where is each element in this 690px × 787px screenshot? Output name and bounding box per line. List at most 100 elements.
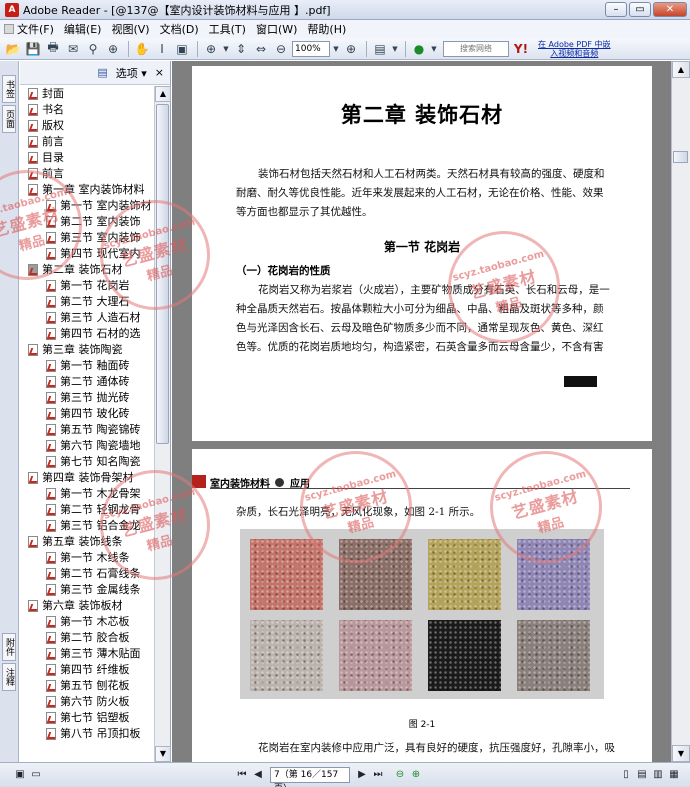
layout-dropdown-icon[interactable]: ▼: [391, 40, 399, 58]
tab-pages[interactable]: 页面: [2, 105, 16, 133]
bookmark-item[interactable]: 第一节 木线条: [46, 550, 130, 566]
bookmark-item[interactable]: 第一节 室内装饰材: [46, 198, 152, 214]
menu-document[interactable]: 文档(D): [160, 21, 199, 37]
scroll-up-icon[interactable]: ▲: [155, 86, 171, 102]
scroll-down-icon[interactable]: ▼: [155, 746, 171, 762]
next-page-button[interactable]: ▶: [354, 767, 370, 783]
collaborate-icon[interactable]: ⊕: [104, 40, 122, 58]
bookmark-item[interactable]: 前言: [28, 166, 64, 182]
save-icon[interactable]: 💾: [24, 40, 42, 58]
zoom-dropdown-icon[interactable]: ▼: [332, 40, 340, 58]
bookmark-scrollbar[interactable]: ▲ ▼: [154, 86, 171, 762]
bookmark-item[interactable]: 第三节 铝合金龙: [46, 518, 141, 534]
bookmark-item[interactable]: 第六节 陶瓷墙地: [46, 438, 141, 454]
page-size-icon[interactable]: ▣: [12, 767, 28, 783]
bookmark-item[interactable]: 目录: [28, 150, 64, 166]
scroll-up-icon[interactable]: ▲: [672, 61, 690, 78]
fit-width-icon[interactable]: ⇔: [252, 40, 270, 58]
continuous-icon[interactable]: ▤: [634, 767, 650, 783]
binoculars-icon[interactable]: ⚲: [84, 40, 102, 58]
bookmark-item[interactable]: 第六节 防火板: [46, 694, 130, 710]
bookmark-item[interactable]: 第四节 玻化砖: [46, 406, 130, 422]
bookmark-item[interactable]: 第四节 现代室内: [46, 246, 141, 262]
close-window-button[interactable]: ✕: [653, 2, 687, 17]
menu-help[interactable]: 帮助(H): [307, 21, 346, 37]
bookmark-options-icon[interactable]: ▤: [97, 66, 107, 79]
bookmark-item[interactable]: 第六章 装饰板材: [28, 598, 123, 614]
page-layout-icon[interactable]: ▤: [371, 40, 389, 58]
tab-comments[interactable]: 注释: [2, 663, 16, 691]
bookmark-item[interactable]: 第二节 轻钢龙骨: [46, 502, 141, 518]
next-view-button[interactable]: ⊕: [408, 767, 424, 783]
zoom-out-icon[interactable]: ⊖: [272, 40, 290, 58]
bookmark-item[interactable]: 第五章 装饰线条: [28, 534, 123, 550]
document-scrollbar[interactable]: ▲ ▼: [671, 61, 690, 762]
hand-tool-icon[interactable]: ✋: [133, 40, 151, 58]
adobe-promo-link[interactable]: 在 Adobe PDF 中嵌 入视频和音频: [538, 40, 611, 58]
previous-page-button[interactable]: ◀: [250, 767, 266, 783]
bookmark-item[interactable]: 第一章 室内装饰材料: [28, 182, 145, 198]
facing-icon[interactable]: ▥: [650, 767, 666, 783]
menu-window[interactable]: 窗口(W): [256, 21, 297, 37]
tab-attachments[interactable]: 附件: [2, 633, 16, 661]
zoom-input[interactable]: 100%: [292, 40, 330, 57]
bookmark-item[interactable]: 前言: [28, 134, 64, 150]
bookmark-item[interactable]: 第一节 釉面砖: [46, 358, 130, 374]
menu-file[interactable]: 文件(F): [4, 21, 54, 37]
page-number-field[interactable]: 7（第 16／157 页）: [270, 767, 350, 787]
single-page-icon[interactable]: ▯: [618, 767, 634, 783]
bookmark-item[interactable]: 第三节 金属线条: [46, 582, 141, 598]
menu-tools[interactable]: 工具(T): [209, 21, 246, 37]
bookmark-item[interactable]: 第七节 铝塑板: [46, 710, 130, 726]
bookmark-item[interactable]: 第五节 陶瓷锦砖: [46, 422, 141, 438]
bookmark-item[interactable]: 第一节 花岗岩: [46, 278, 130, 294]
bookmark-item[interactable]: 第一节 木龙骨架: [46, 486, 141, 502]
bookmark-item[interactable]: 第七节 知名陶瓷: [46, 454, 141, 470]
help-dropdown-icon[interactable]: ▼: [430, 40, 438, 58]
minimize-button[interactable]: –: [605, 2, 627, 17]
web-search-input[interactable]: 搜索网络: [443, 40, 509, 57]
tab-bookmarks[interactable]: 书签: [2, 75, 16, 103]
last-page-button[interactable]: ⏭: [370, 767, 386, 783]
email-icon[interactable]: ✉: [64, 40, 82, 58]
chevron-down-icon[interactable]: ▼: [222, 40, 230, 58]
bookmark-item[interactable]: 第八节 吊顶扣板: [46, 726, 141, 742]
bookmark-item[interactable]: 第五节 刨花板: [46, 678, 130, 694]
bookmark-item[interactable]: 第三节 薄木贴面: [46, 646, 141, 662]
bookmark-item[interactable]: 版权: [28, 118, 64, 134]
zoom-plus-icon[interactable]: ⊕: [342, 40, 360, 58]
zoom-in-icon[interactable]: ⊕: [202, 40, 220, 58]
bookmark-item[interactable]: 第三节 室内装饰: [46, 230, 141, 246]
menu-edit[interactable]: 编辑(E): [64, 21, 102, 37]
bookmark-item[interactable]: 第三节 抛光砖: [46, 390, 130, 406]
document-view[interactable]: 第二章 装饰石材 装饰石材包括天然石材和人工石材两类。天然石材具有较高的强度、硬…: [172, 61, 671, 762]
bookmark-item[interactable]: 书名: [28, 102, 64, 118]
scroll-thumb[interactable]: [673, 151, 688, 163]
menu-view[interactable]: 视图(V): [111, 21, 149, 37]
bookmark-item[interactable]: 第二章 装饰石材: [28, 262, 123, 278]
bookmark-item[interactable]: 第四章 装饰骨架材: [28, 470, 134, 486]
bookmark-item[interactable]: 第二节 石膏线条: [46, 566, 141, 582]
continuous-facing-icon[interactable]: ▦: [666, 767, 682, 783]
yahoo-icon[interactable]: Y!: [512, 40, 530, 58]
scroll-down-icon[interactable]: ▼: [672, 745, 690, 762]
bookmark-item[interactable]: 第四节 纤维板: [46, 662, 130, 678]
help-icon[interactable]: ●: [410, 40, 428, 58]
page-properties-icon[interactable]: ▭: [28, 767, 44, 783]
first-page-button[interactable]: ⏮: [234, 767, 250, 783]
previous-view-button[interactable]: ⊖: [392, 767, 408, 783]
bookmark-item[interactable]: 第二节 大理石: [46, 294, 130, 310]
select-text-icon[interactable]: I: [153, 40, 171, 58]
bookmark-item[interactable]: 封面: [28, 86, 64, 102]
bookmark-item[interactable]: 第四节 石材的选: [46, 326, 141, 342]
fit-page-icon[interactable]: ⇕: [232, 40, 250, 58]
options-button[interactable]: 选项 ▾: [116, 65, 147, 81]
bookmark-item[interactable]: 第三节 人造石材: [46, 310, 141, 326]
bookmark-item[interactable]: 第二节 胶合板: [46, 630, 130, 646]
print-icon[interactable]: 🖶: [44, 40, 62, 58]
maximize-button[interactable]: ▭: [629, 2, 651, 17]
bookmark-item[interactable]: 第三章 装饰陶瓷: [28, 342, 123, 358]
bookmark-item[interactable]: 第一节 木芯板: [46, 614, 130, 630]
open-icon[interactable]: 📂: [4, 40, 22, 58]
snapshot-icon[interactable]: ▣: [173, 40, 191, 58]
